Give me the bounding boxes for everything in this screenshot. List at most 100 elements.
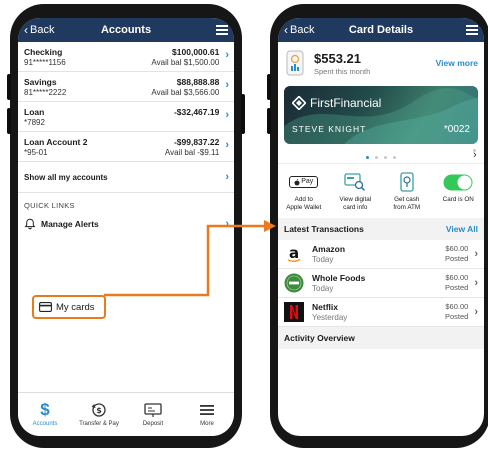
quick-links-header: QUICK LINKS — [24, 201, 75, 210]
tab-accounts[interactable]: $ Accounts — [18, 393, 72, 436]
chevron-right-icon: › — [225, 218, 229, 230]
card-number: *0022 — [443, 124, 470, 135]
show-all-accounts-link[interactable]: Show all my accounts › — [18, 162, 234, 193]
chevron-right-icon: › — [225, 139, 229, 151]
card-details-phone-frame: ‹ Back Card Details $553.21 Spent this m… — [267, 4, 488, 448]
spent-label: Spent this month — [314, 66, 371, 76]
hamburger-menu-icon[interactable] — [216, 25, 228, 35]
transaction-date: Yesterday — [312, 312, 348, 322]
view-digital-card-button[interactable]: View digital card info — [330, 172, 382, 212]
action-label: Card is ON — [442, 196, 474, 203]
chevron-right-icon: › — [225, 171, 229, 183]
account-balance: -$32,467.19 — [173, 107, 220, 117]
transaction-row[interactable]: Whole Foods Today $60.00 Posted › — [278, 269, 484, 298]
chevron-right-icon: › — [225, 79, 229, 91]
toggle-switch-on[interactable] — [443, 174, 473, 191]
chevron-right-icon: › — [225, 49, 229, 61]
my-cards-button[interactable]: My cards — [32, 295, 106, 319]
transaction-status: Posted — [444, 282, 469, 292]
whole-foods-logo-icon — [284, 273, 304, 293]
amazon-logo-icon: a — [284, 244, 304, 264]
view-more-link[interactable]: View more — [436, 58, 478, 68]
back-button[interactable]: ‹ Back — [284, 23, 314, 37]
action-label: from ATM — [393, 203, 421, 211]
digital-card-search-icon — [344, 173, 366, 191]
chevron-left-icon: ‹ — [24, 23, 28, 37]
account-number: *95-01 — [24, 148, 48, 157]
chevron-right-icon[interactable]: › — [473, 149, 477, 161]
chevron-right-icon: › — [225, 109, 229, 121]
tab-deposit[interactable]: Deposit — [126, 393, 180, 436]
latest-transactions-header: Latest Transactions View All — [278, 217, 484, 240]
hamburger-menu-icon[interactable] — [466, 25, 478, 35]
card-details-header: ‹ Back Card Details — [278, 18, 484, 42]
action-label: Add to — [294, 196, 313, 203]
manage-alerts-label: Manage Alerts — [41, 219, 99, 229]
tab-label: Transfer & Pay — [79, 421, 119, 427]
account-number: 81*****2222 — [24, 88, 67, 97]
debit-card[interactable]: FirstFinancial STEVE KNIGHT *0022 — [284, 86, 478, 144]
card-brand: FirstFinancial — [292, 96, 381, 110]
my-cards-label: My cards — [56, 301, 95, 313]
account-name: Savings — [24, 77, 57, 87]
card-on-toggle[interactable]: Card is ON — [433, 172, 485, 212]
phone-side-button — [7, 74, 11, 100]
action-label: View digital — [339, 196, 372, 203]
add-to-apple-wallet-button[interactable]: Pay Add to Apple Wallet — [278, 172, 330, 212]
dollar-icon: $ — [40, 400, 50, 419]
account-balance: $88,888.88 — [176, 77, 220, 87]
atm-phone-icon — [400, 172, 414, 192]
accounts-screen: ‹ Back Accounts Checking 91*****1156 $10… — [18, 18, 234, 436]
account-available-balance: Avail bal -$9.11 — [164, 148, 220, 157]
carousel-pagination[interactable]: › — [278, 144, 484, 163]
back-label: Back — [290, 24, 315, 36]
check-deposit-icon — [144, 402, 162, 418]
phone-side-button — [267, 74, 271, 100]
account-name: Loan Account 2 — [24, 137, 88, 147]
chevron-right-icon: › — [474, 247, 478, 260]
transaction-row[interactable]: a Amazon Today $60.00 Posted › — [278, 240, 484, 269]
activity-overview-header[interactable]: Activity Overview — [278, 326, 484, 349]
tab-label: Accounts — [32, 421, 58, 427]
phone-side-button — [7, 108, 11, 134]
diamond-logo-icon — [292, 96, 306, 110]
card-brand-name: FirstFinancial — [310, 96, 382, 110]
netflix-logo-icon — [284, 301, 304, 322]
transaction-status: Posted — [444, 311, 469, 321]
get-cash-atm-button[interactable]: Get cash from ATM — [381, 172, 433, 212]
tab-transfer-pay[interactable]: $ Transfer & Pay — [72, 393, 126, 436]
action-label: card info — [343, 203, 368, 211]
tab-more[interactable]: More — [180, 393, 234, 436]
chevron-left-icon: ‹ — [284, 23, 288, 37]
account-row-loan-2[interactable]: Loan Account 2 *95-01 -$99,837.22 Avail … — [18, 132, 234, 162]
account-row-savings[interactable]: Savings 81*****2222 $88,888.88 Avail bal… — [18, 72, 234, 102]
transaction-row[interactable]: Netflix Yesterday $60.00 Posted › — [278, 298, 484, 327]
apple-pay-text: Pay — [301, 177, 314, 185]
account-available-balance: Avail bal $1,500.00 — [151, 58, 220, 67]
bottom-tab-bar: $ Accounts $ Transfer & Pay Deposit More — [18, 392, 234, 436]
merchant-name: Netflix — [312, 301, 338, 312]
account-name: Loan — [24, 107, 45, 117]
account-row-loan[interactable]: Loan *7892 -$32,467.19 › — [18, 102, 234, 132]
account-number: *7892 — [24, 118, 45, 127]
section-title: Latest Transactions — [284, 223, 364, 234]
page-dot — [375, 156, 378, 159]
page-dot-active — [366, 156, 369, 159]
card-aurora-background — [284, 88, 478, 144]
transaction-amount: $60.00 — [445, 302, 469, 312]
account-number: 91*****1156 — [24, 58, 66, 67]
card-details-screen: ‹ Back Card Details $553.21 Spent this m… — [278, 18, 484, 436]
spending-summary: $553.21 Spent this month View more — [278, 42, 484, 82]
accounts-header: ‹ Back Accounts — [18, 18, 234, 42]
view-all-link[interactable]: View All — [446, 224, 478, 234]
hamburger-menu-icon — [199, 402, 215, 418]
manage-alerts-link[interactable]: Manage Alerts › — [18, 212, 234, 236]
transfer-icon: $ — [91, 402, 107, 418]
card-holder-name: STEVE KNIGHT — [292, 124, 367, 134]
account-row-checking[interactable]: Checking 91*****1156 $100,000.61 Avail b… — [18, 42, 234, 72]
account-name: Checking — [24, 47, 63, 57]
tab-label: More — [200, 421, 214, 427]
apple-pay-icon: Pay — [289, 175, 319, 189]
phone-spending-icon — [286, 50, 304, 76]
back-button[interactable]: ‹ Back — [24, 23, 54, 37]
